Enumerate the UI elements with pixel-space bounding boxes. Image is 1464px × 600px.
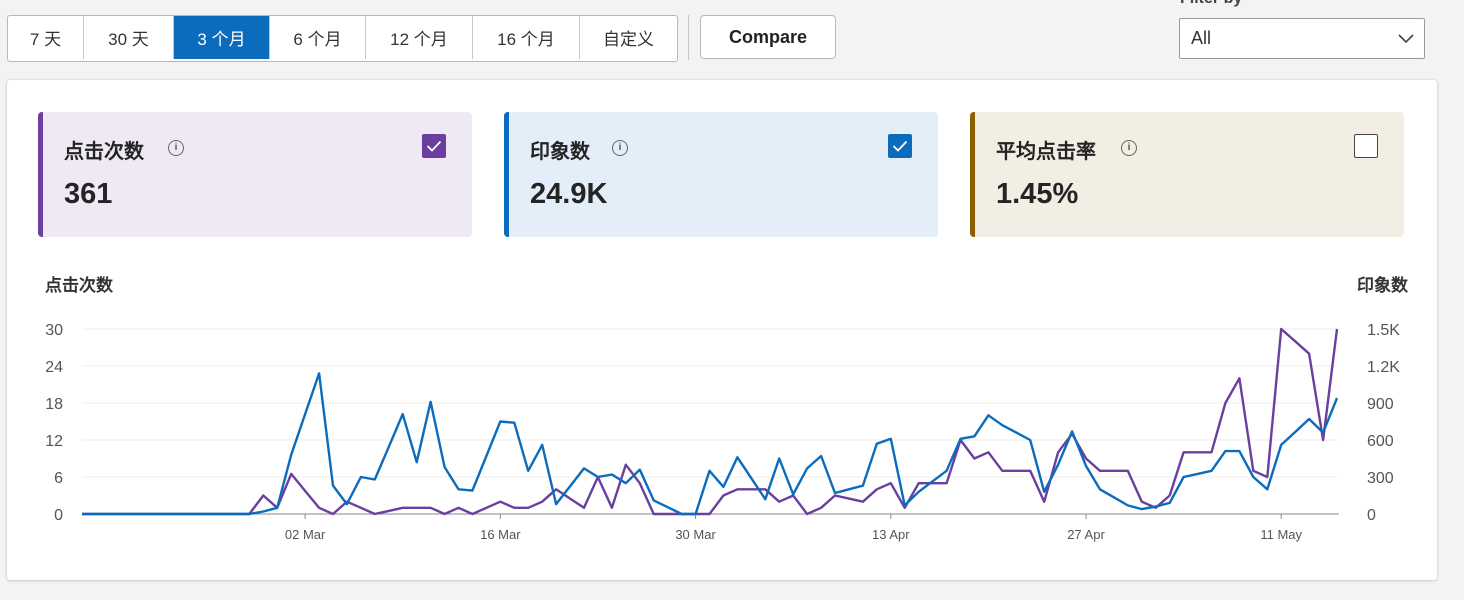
x-tick-label: 11 May (1260, 527, 1302, 542)
left-tick-label: 30 (45, 322, 63, 339)
right-axis-title: 印象数 (1357, 276, 1408, 295)
clicks-series-line (82, 327, 1339, 516)
info-icon[interactable]: i (1121, 140, 1137, 156)
info-icon[interactable]: i (168, 140, 184, 156)
date-range-selector: 7 天 30 天 3 个月 6 个月 12 个月 16 个月 自定义 (7, 15, 678, 62)
right-tick-label: 600 (1367, 433, 1394, 450)
ctr-checkbox[interactable] (1354, 134, 1378, 158)
x-tick-label: 16 Mar (480, 527, 521, 542)
range-tab-7d[interactable]: 7 天 (8, 16, 84, 59)
range-tab-custom[interactable]: 自定义 (580, 16, 677, 59)
right-tick-label: 0 (1367, 507, 1376, 524)
x-tick-label: 13 Apr (872, 527, 910, 542)
metric-title: 印象数 (530, 141, 590, 163)
metric-value: 1.45% (996, 178, 1079, 210)
right-tick-label: 1.5K (1367, 322, 1400, 339)
metric-value: 24.9K (530, 178, 608, 210)
range-tab-12m[interactable]: 12 个月 (366, 16, 473, 59)
compare-button[interactable]: Compare (700, 15, 836, 59)
info-icon[interactable]: i (612, 140, 628, 156)
filter-dropdown[interactable]: All (1179, 18, 1425, 59)
metric-card-ctr[interactable]: 平均点击率 i 1.45% (970, 112, 1404, 237)
metric-title: 点击次数 (64, 141, 144, 163)
right-tick-label: 900 (1367, 396, 1394, 413)
metric-title: 平均点击率 (996, 141, 1096, 163)
range-tab-30d[interactable]: 30 天 (84, 16, 174, 59)
metric-accent-bar (38, 112, 43, 237)
left-tick-label: 24 (45, 359, 63, 376)
right-tick-label: 1.2K (1367, 359, 1400, 376)
metric-card-impressions[interactable]: 印象数 i 24.9K (504, 112, 938, 237)
metric-card-clicks[interactable]: 点击次数 i 361 (38, 112, 472, 237)
impressions-checkbox[interactable] (888, 134, 912, 158)
checkmark-icon (892, 140, 908, 152)
left-tick-label: 6 (54, 470, 63, 487)
left-tick-label: 18 (45, 396, 63, 413)
range-tab-3m[interactable]: 3 个月 (174, 16, 270, 59)
performance-chart[interactable]: 0 0 6 300 12 600 18 900 24 1.2K 30 1.5K 02 Mar 16 Mar… (7, 300, 1437, 600)
impressions-series-line (82, 372, 1339, 516)
x-tick-label: 02 Mar (285, 527, 326, 542)
filter-value: All (1191, 28, 1212, 48)
x-tick-label: 30 Mar (675, 527, 716, 542)
range-tab-6m[interactable]: 6 个月 (270, 16, 366, 59)
filter-label: Filter by (1180, 0, 1242, 8)
chevron-down-icon (1398, 28, 1414, 49)
metric-accent-bar (970, 112, 975, 237)
left-axis-title: 点击次数 (45, 276, 113, 295)
metric-accent-bar (504, 112, 509, 237)
x-tick-label: 27 Apr (1067, 527, 1105, 542)
toolbar-divider (688, 15, 689, 60)
clicks-checkbox[interactable] (422, 134, 446, 158)
right-tick-label: 300 (1367, 470, 1394, 487)
range-tab-16m[interactable]: 16 个月 (473, 16, 580, 59)
left-tick-label: 12 (45, 433, 63, 450)
checkmark-icon (426, 140, 442, 152)
performance-panel: 点击次数 i 361 印象数 i 24.9K 平均点击率 i 1.45% 点击次… (7, 80, 1437, 580)
left-tick-label: 0 (54, 507, 63, 524)
metric-value: 361 (64, 178, 113, 210)
